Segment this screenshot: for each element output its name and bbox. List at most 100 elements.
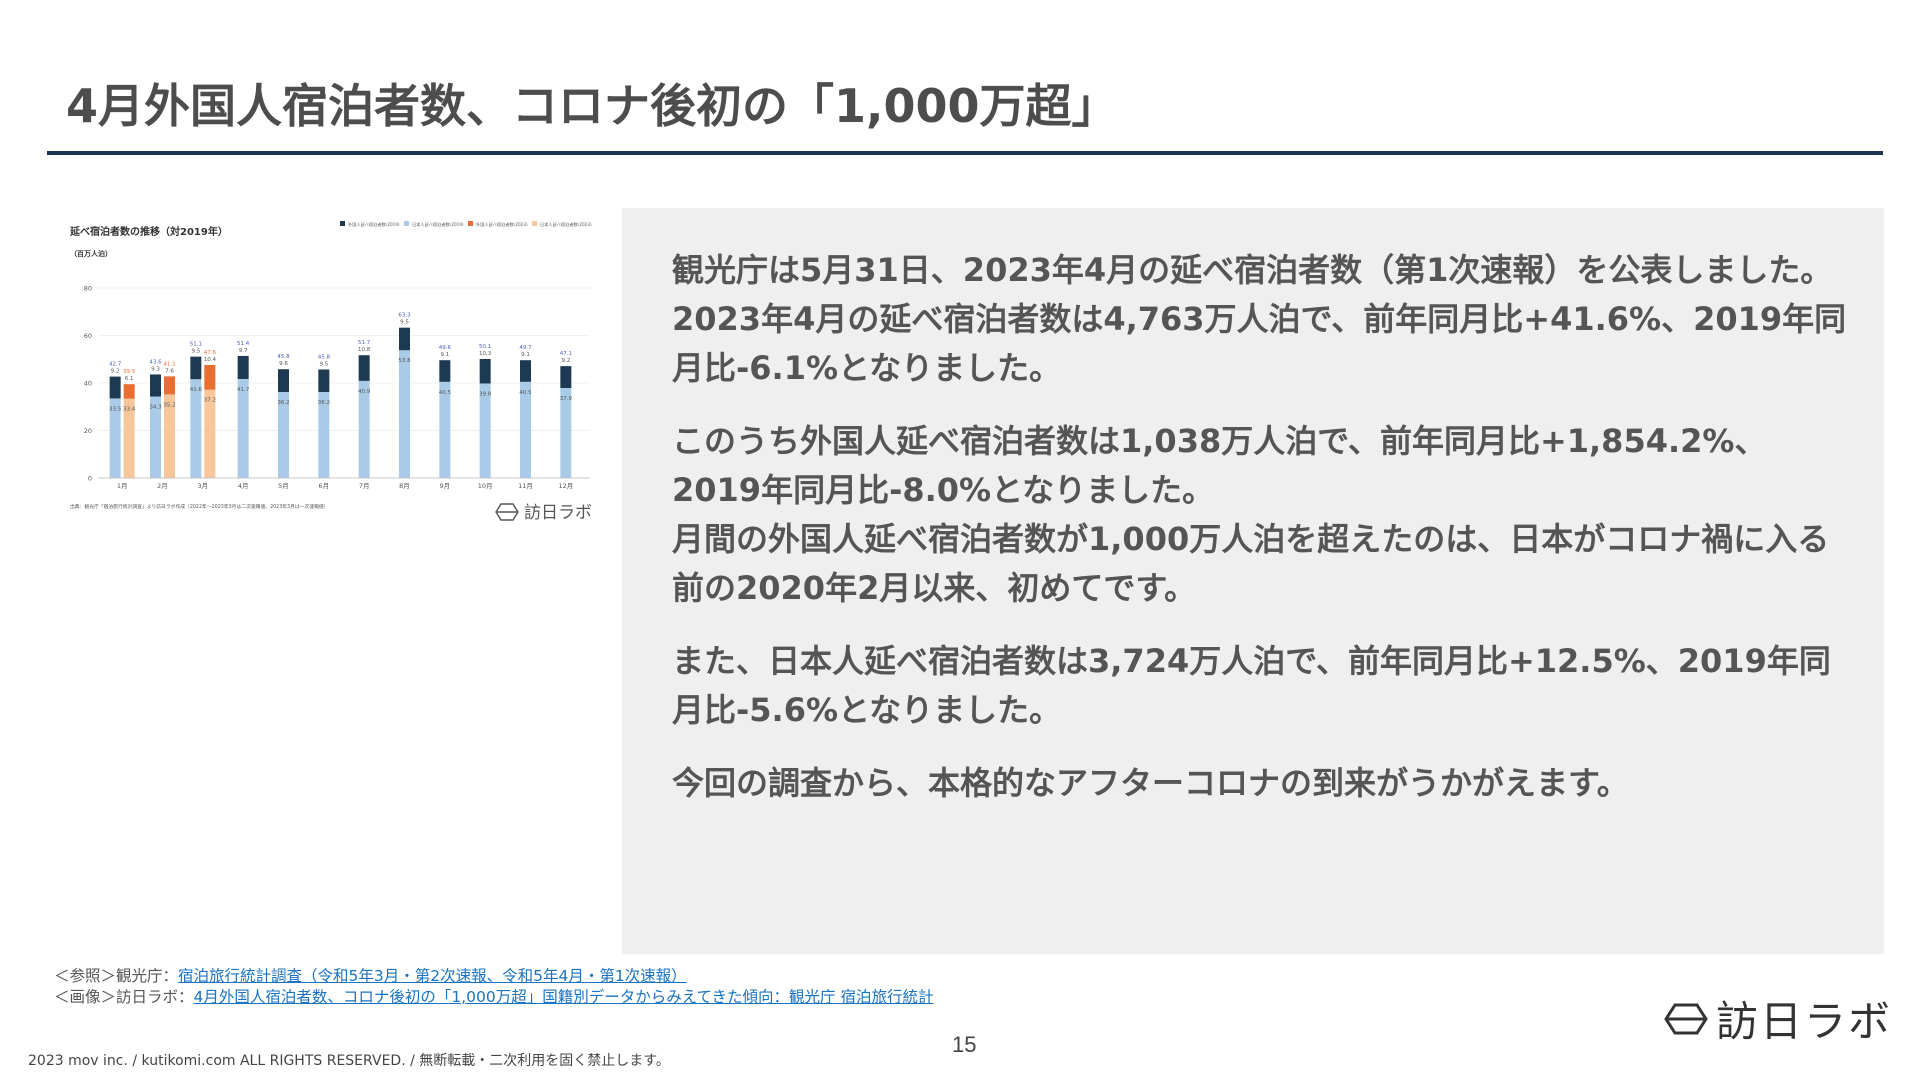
bar-japanese-2019 xyxy=(358,380,370,478)
total-label: 45.8 xyxy=(318,354,331,360)
x-tick-label: 12月 xyxy=(558,482,573,490)
hexagon-logo-icon xyxy=(1664,1003,1708,1034)
x-tick-label: 11月 xyxy=(518,482,533,490)
total-label: 39.5 xyxy=(123,369,136,375)
x-tick-label: 6月 xyxy=(319,482,330,490)
total-label: 50.1 xyxy=(479,344,491,350)
bar-foreign-2019 xyxy=(479,359,491,384)
bar-foreign-2019 xyxy=(318,369,330,393)
total-label: 51.4 xyxy=(237,341,250,347)
total-label: 43.6 xyxy=(149,359,162,365)
legend-label: 日本人延べ宿泊者数(2019) xyxy=(412,221,464,228)
reference-2-prefix: ＜画像＞訪日ラボ： xyxy=(54,988,194,1006)
y-axis-label: （百万人泊） xyxy=(70,249,112,258)
total-label: 42.7 xyxy=(109,362,122,368)
paragraph-3: また、日本人延べ宿泊者数は3,724万人泊で、前年同月比+12.5%、2019年… xyxy=(672,642,1831,729)
page-number: 15 xyxy=(952,1032,977,1057)
data-label: 6.1 xyxy=(125,376,134,382)
total-label: 51.1 xyxy=(190,342,202,348)
data-label: 10.8 xyxy=(358,347,371,353)
data-label: 39.8 xyxy=(479,391,492,397)
data-label: 37.2 xyxy=(204,398,216,404)
bar-foreign-2019 xyxy=(358,355,370,381)
reference-line-1: ＜参照＞観光庁：宿泊旅行統計調査（令和5年3月・第2次速報、令和5年4月・第1次… xyxy=(54,966,933,987)
x-tick-label: 10月 xyxy=(478,482,493,490)
data-label: 9.3 xyxy=(151,366,160,372)
y-tick-label: 40 xyxy=(84,380,92,388)
bar-foreign-2019 xyxy=(278,369,289,393)
paragraph-2: このうち外国人延べ宿泊者数は1,038万人泊で、前年同月比+1,854.2%、2… xyxy=(672,422,1830,607)
slide-title: 4月外国人宿泊者数、コロナ後初の「1,000万超」 xyxy=(66,79,1118,133)
data-label: 33.4 xyxy=(123,407,136,413)
data-label: 34.3 xyxy=(149,405,162,411)
legend-swatch xyxy=(468,221,473,226)
copyright: 2023 mov inc. / kutikomi.com ALL RIGHTS … xyxy=(28,1053,670,1069)
bar-foreign-2019 xyxy=(237,355,249,379)
data-label: 9.1 xyxy=(440,352,449,358)
paragraph-1: 観光庁は5月31日、2023年4月の延べ宿泊者数（第1次速報）を公表しました。 … xyxy=(672,251,1847,387)
bar-foreign-2023 xyxy=(164,376,175,395)
data-label: 9.5 xyxy=(191,349,200,355)
data-label: 40.5 xyxy=(519,390,532,396)
total-label: 41.1 xyxy=(163,361,175,367)
data-label: 41.6 xyxy=(190,387,203,393)
legend-swatch xyxy=(532,221,537,226)
bar-foreign-2019 xyxy=(439,360,451,382)
legend-swatch xyxy=(340,221,345,226)
data-label: 37.9 xyxy=(560,396,573,402)
bar-japanese-2019 xyxy=(237,378,249,478)
chart-brand-name: 訪日ラボ xyxy=(524,503,592,523)
y-tick-label: 80 xyxy=(84,285,92,293)
reference-2-link[interactable]: 4月外国人宿泊者数、コロナ後初の「1,000万超」国籍別データからみえてきた傾向… xyxy=(194,988,934,1006)
bar-foreign-2023 xyxy=(204,364,216,390)
x-tick-label: 2月 xyxy=(157,482,168,490)
total-label: 49.7 xyxy=(519,345,532,351)
x-tick-label: 1月 xyxy=(117,482,128,490)
data-label: 40.9 xyxy=(358,389,371,395)
chart-title: 延べ宿泊者数の推移（対2019年） xyxy=(70,225,228,238)
data-label: 53.8 xyxy=(398,358,411,364)
data-label: 9.6 xyxy=(279,361,288,367)
x-tick-label: 3月 xyxy=(198,482,209,490)
x-tick-label: 5月 xyxy=(278,482,289,490)
chart-image: 延べ宿泊者数の推移（対2019年） （百万人泊） 0 20 40 60 80 外国人延べ宿泊者… xyxy=(70,208,610,528)
x-tick-label: 4月 xyxy=(238,482,249,490)
reference-1-link[interactable]: 宿泊旅行統計調査（令和5年3月・第2次速報、令和5年4月・第1次速報） xyxy=(178,967,687,985)
bar-foreign-2019 xyxy=(399,327,410,351)
data-label: 33.5 xyxy=(109,406,122,412)
body-text: 観光庁は5月31日、2023年4月の延べ宿泊者数（第1次速報）を公表しました。 … xyxy=(672,246,1852,832)
data-label: 9.2 xyxy=(561,358,570,364)
chart-source-note: 出典：観光庁「宿泊旅行統計調査」より訪日ラボ作成（2022年〜2023年3月は二… xyxy=(70,503,329,510)
data-label: 9.1 xyxy=(521,352,530,358)
bar-japanese-2019 xyxy=(190,379,202,478)
x-tick-label: 9月 xyxy=(440,482,451,490)
y-tick-label: 20 xyxy=(84,427,92,435)
data-label: 36.2 xyxy=(318,400,330,406)
bar-foreign-2019 xyxy=(560,366,572,388)
title-divider xyxy=(47,151,1883,155)
data-label: 40.5 xyxy=(439,390,452,396)
bar-japanese-2019 xyxy=(399,350,410,478)
legend-swatch xyxy=(404,221,409,226)
references: ＜参照＞観光庁：宿泊旅行統計調査（令和5年3月・第2次速報、令和5年4月・第1次… xyxy=(54,966,933,1008)
total-label: 63.3 xyxy=(398,313,411,319)
legend-label: 外国人延べ宿泊者数(2019) xyxy=(348,221,400,228)
bar-japanese-2019 xyxy=(479,383,491,478)
x-tick-label: 7月 xyxy=(359,482,370,490)
brand-logo: 訪日ラボ xyxy=(1664,988,1892,1049)
bar-foreign-2019 xyxy=(109,376,121,399)
total-label: 45.8 xyxy=(277,354,290,360)
y-tick-label: 60 xyxy=(84,332,92,340)
data-label: 10.4 xyxy=(204,357,217,363)
total-label: 47.6 xyxy=(204,350,217,356)
paragraph-4: 今回の調査から、本格的なアフターコロナの到来がうかがえます。 xyxy=(672,764,1629,802)
data-label: 35.2 xyxy=(163,402,175,408)
data-label: 9.5 xyxy=(400,320,409,326)
reference-1-prefix: ＜参照＞観光庁： xyxy=(54,967,179,985)
bar-foreign-2023 xyxy=(123,384,135,399)
data-label: 36.2 xyxy=(277,400,289,406)
bar-foreign-2019 xyxy=(520,360,531,382)
legend-label: 日本人延べ宿泊者数(2023) xyxy=(540,221,592,228)
bar-foreign-2019 xyxy=(190,356,202,380)
y-tick-label: 0 xyxy=(88,475,92,483)
